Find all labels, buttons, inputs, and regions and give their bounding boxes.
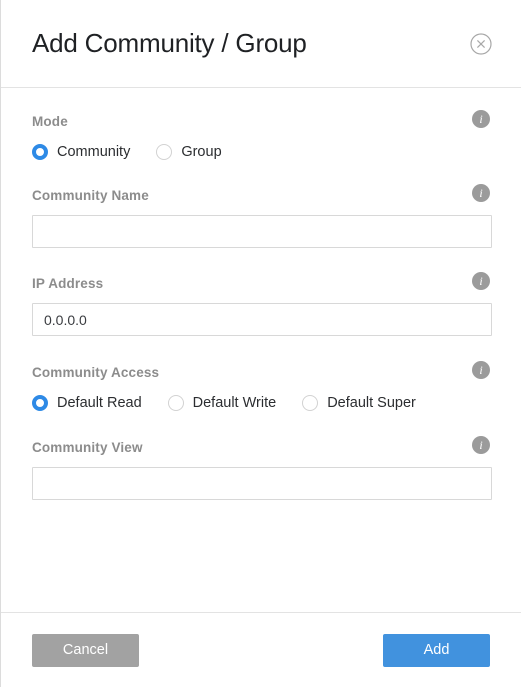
dialog-body: Mode i Community Group Community Name i … xyxy=(1,88,521,611)
radio-group-mode: Community Group xyxy=(32,144,490,160)
info-icon-ip-address[interactable]: i xyxy=(472,272,490,290)
radio-access-default-read[interactable]: Default Read xyxy=(32,395,142,411)
field-community-name: Community Name i xyxy=(32,160,492,248)
radio-indicator xyxy=(156,144,173,160)
dialog-header: Add Community / Group xyxy=(1,0,521,88)
community-view-input[interactable] xyxy=(32,467,492,500)
radio-indicator xyxy=(32,395,48,411)
info-icon-mode[interactable]: i xyxy=(472,110,490,128)
field-ip-address: IP Address i xyxy=(32,248,492,336)
field-label-mode: Mode xyxy=(32,114,68,129)
field-label-community-access: Community Access xyxy=(32,365,160,380)
close-circle-icon[interactable] xyxy=(469,32,493,56)
radio-label-default-read: Default Read xyxy=(57,395,142,411)
radio-access-default-super[interactable]: Default Super xyxy=(302,395,416,411)
radio-access-default-write[interactable]: Default Write xyxy=(167,395,277,411)
ip-address-input[interactable] xyxy=(32,303,492,336)
radio-indicator xyxy=(302,395,319,411)
field-label-community-view: Community View xyxy=(32,440,143,455)
field-mode: Mode i Community Group xyxy=(32,88,490,160)
field-community-access: Community Access i Default Read Default … xyxy=(32,336,490,411)
radio-indicator xyxy=(167,395,184,411)
add-community-group-dialog: Add Community / Group Mode i Community G xyxy=(0,0,521,687)
radio-group-community-access: Default Read Default Write Default Super xyxy=(32,395,490,411)
radio-label-community: Community xyxy=(57,144,131,160)
field-community-view: Community View i xyxy=(32,411,492,500)
radio-mode-community[interactable]: Community xyxy=(32,144,130,160)
community-name-input[interactable] xyxy=(32,215,492,248)
page-title: Add Community / Group xyxy=(32,28,307,59)
field-label-community-name: Community Name xyxy=(32,188,149,203)
add-button[interactable]: Add xyxy=(383,633,490,667)
radio-label-default-super: Default Super xyxy=(327,395,416,411)
dialog-footer: Cancel Add xyxy=(1,612,521,687)
info-icon-community-view[interactable]: i xyxy=(472,436,490,454)
info-icon-community-access[interactable]: i xyxy=(472,361,490,379)
radio-label-default-write: Default Write xyxy=(192,395,277,411)
radio-label-group: Group xyxy=(181,144,222,160)
field-label-ip-address: IP Address xyxy=(32,276,104,291)
cancel-button[interactable]: Cancel xyxy=(32,633,139,667)
info-icon-community-name[interactable]: i xyxy=(472,184,490,202)
radio-indicator xyxy=(32,144,48,160)
radio-mode-group[interactable]: Group xyxy=(156,144,222,160)
